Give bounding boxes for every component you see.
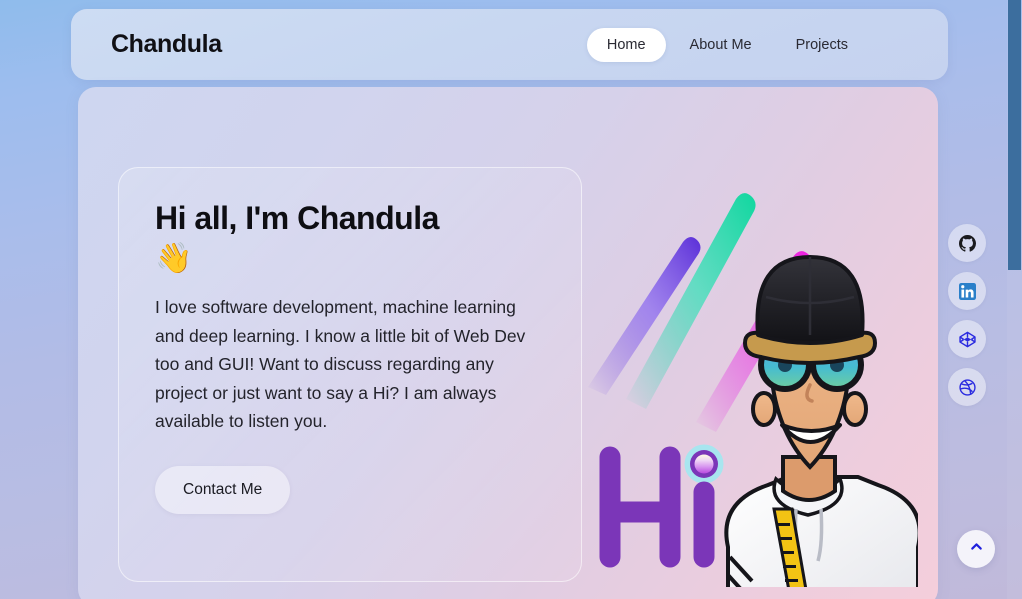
page-scrollbar[interactable]: [1007, 0, 1022, 599]
github-link[interactable]: [948, 224, 986, 262]
hero-card: Hi all, I'm Chandula 👋 I love software d…: [118, 167, 582, 582]
social-links-rail: [948, 224, 986, 406]
top-navbar: Chandula Home About Me Projects: [71, 9, 948, 80]
dribbble-icon: [958, 378, 976, 396]
main-content-panel: Hi all, I'm Chandula 👋 I love software d…: [78, 87, 938, 599]
codepen-icon: [958, 331, 976, 348]
nav-link-home[interactable]: Home: [586, 27, 666, 62]
waving-hand-icon: 👋: [155, 241, 192, 275]
linkedin-icon: [958, 282, 976, 300]
neon-hi-text: [599, 444, 724, 568]
chevron-up-icon: [969, 539, 984, 559]
nav-links: Home About Me Projects: [586, 27, 920, 62]
brand-logo[interactable]: Chandula: [111, 30, 222, 59]
hero-title: Hi all, I'm Chandula 👋: [155, 200, 545, 277]
hero-title-text: Hi all, I'm Chandula: [155, 200, 439, 236]
scroll-to-top-button[interactable]: [957, 530, 995, 568]
contact-me-button[interactable]: Contact Me: [155, 465, 291, 514]
hero-illustration: [578, 137, 918, 587]
hero-paragraph: I love software development, machine lea…: [155, 297, 526, 432]
codepen-link[interactable]: [948, 320, 986, 358]
linkedin-link[interactable]: [948, 272, 986, 310]
nav-link-about-me[interactable]: About Me: [670, 28, 772, 62]
bitmoji-avatar: [724, 255, 918, 587]
nav-link-projects[interactable]: Projects: [776, 28, 868, 62]
github-icon: [958, 234, 976, 252]
scrollbar-thumb[interactable]: [1008, 0, 1021, 270]
dribbble-link[interactable]: [948, 368, 986, 406]
